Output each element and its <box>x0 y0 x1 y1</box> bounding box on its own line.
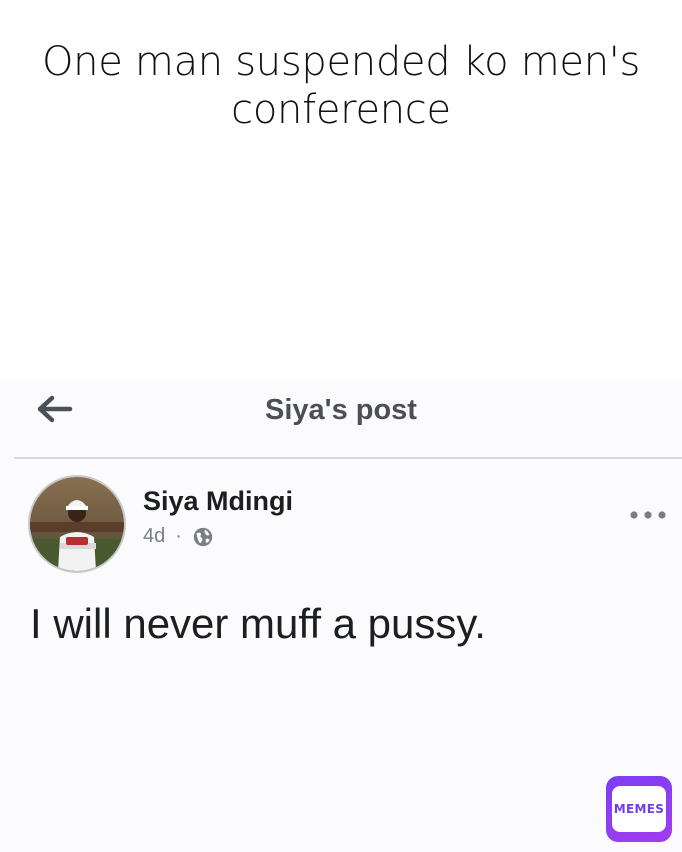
page-title: Siya's post <box>265 394 417 426</box>
meta-separator: · <box>175 525 182 547</box>
avatar[interactable] <box>28 475 126 573</box>
post-time[interactable]: 4d <box>143 525 165 548</box>
post-author-name[interactable]: Siya Mdingi <box>143 486 293 517</box>
meme-caption: One man suspended ko men's conference <box>41 39 641 133</box>
globe-icon <box>193 527 213 546</box>
memes-logo-label: MEMES <box>612 786 666 832</box>
more-dots-icon <box>630 511 666 519</box>
header-divider <box>14 457 682 459</box>
post-meta: 4d · <box>143 525 214 548</box>
post-text: I will never muff a pussy. <box>30 600 486 647</box>
memes-watermark-logo: MEMES <box>606 776 672 842</box>
post-screenshot: Siya's post Siya Mdingi 4d · I will neve… <box>0 380 682 852</box>
more-options-button[interactable] <box>628 505 668 525</box>
profile-photo <box>30 477 124 571</box>
